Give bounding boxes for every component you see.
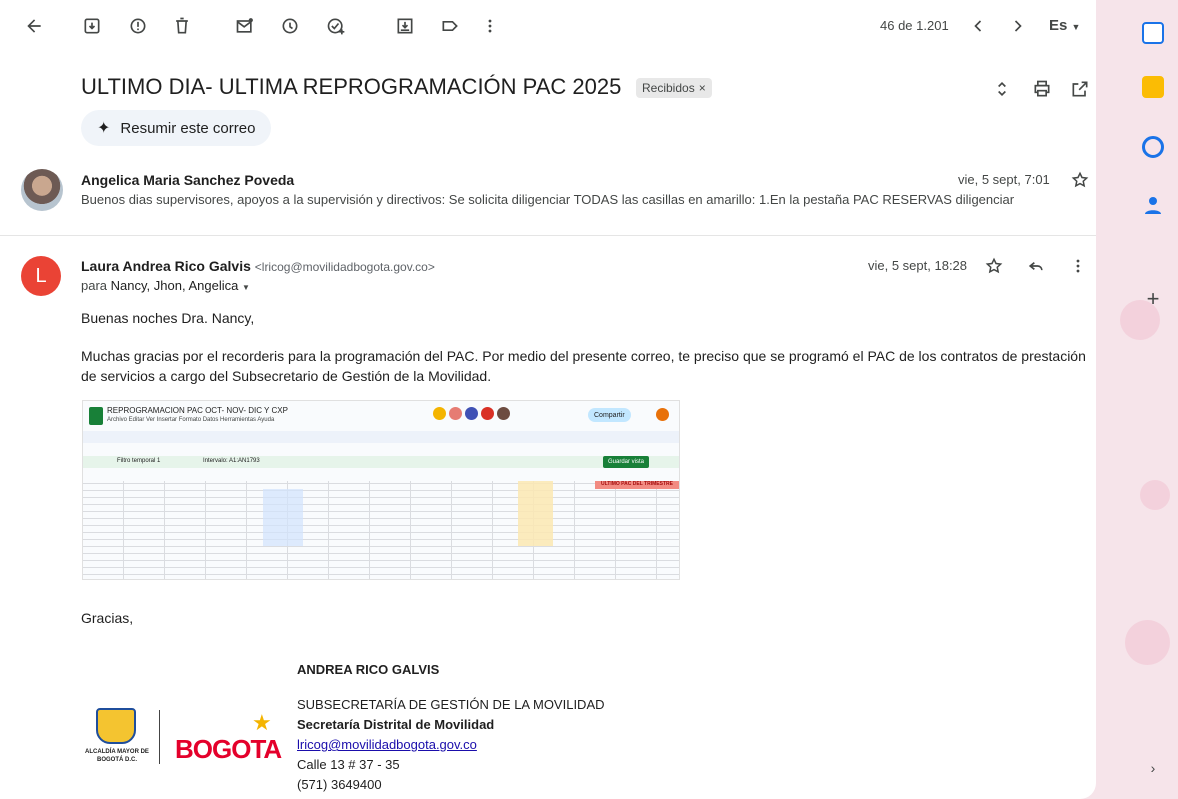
message-date: vie, 5 sept, 18:28 [868,258,968,273]
sender-name[interactable]: Laura Andrea Rico Galvis [81,258,251,274]
recipients: Nancy, Jhon, Angelica [110,278,239,293]
sheet-grid [83,481,679,579]
summarize-button[interactable]: ✦ Resumir este correo [81,110,272,146]
sheet-toolbar [83,431,679,443]
filter-label: Filtro temporal 1 [117,458,161,464]
label-icon[interactable] [438,14,462,38]
interval-label: Intervalo: A1:AN1793 [203,458,260,464]
sheet-title: REPROGRAMACION PAC OCT- NOV- DIC Y CXP [107,406,288,415]
avatar[interactable]: L [21,256,61,296]
chevron-right-icon[interactable] [1006,14,1030,38]
share-button[interactable]: Compartir [588,408,631,422]
bogota-logo-text: BOGOTA [175,734,282,764]
chevron-left-icon[interactable] [966,14,990,38]
recipients-line[interactable]: para Nancy, Jhon, Angelica ▼ [81,278,250,293]
keep-icon[interactable] [1142,76,1164,98]
avatar [656,408,669,421]
open-in-new-icon[interactable] [1068,77,1092,101]
mark-unread-icon[interactable] [233,14,257,38]
more-vert-icon[interactable] [478,14,502,38]
label-chip-text: Recibidos [642,81,695,95]
toolbar: 46 de 1.201 Es ▼ [0,0,1096,52]
filter-bar: Filtro temporal 1 Intervalo: A1:AN1793 G… [83,456,679,468]
language-selector[interactable]: Es ▼ [1049,17,1080,34]
language-label: Es [1049,17,1068,34]
tasks-icon[interactable] [1142,136,1164,158]
move-to-icon[interactable] [393,14,417,38]
sheet-blue-column [263,489,303,546]
to-prefix: para [81,278,108,293]
chevron-right-icon[interactable]: › [1142,760,1164,782]
delete-icon[interactable] [170,14,194,38]
expand-collapse-icon[interactable] [990,77,1014,101]
save-view-button[interactable]: Guardar vista [603,456,650,468]
label-chip-inbox[interactable]: Recibidos × [636,78,712,98]
signature-email-link[interactable]: lricog@movilidadbogota.gov.co [297,737,477,752]
calendar-icon[interactable] [1142,22,1164,44]
sheet-red-header: ULTIMO PAC DEL TRIMESTRE [595,481,679,489]
star-icon[interactable] [982,254,1006,278]
star-icon[interactable] [1068,168,1092,192]
main-panel: 46 de 1.201 Es ▼ ULTIMO DIA- ULTIMA REPR… [0,0,1096,799]
closing-text: Gracias, [81,610,134,626]
star-logo-icon: ★ [252,710,272,735]
signature-secretaria: Secretaría Distrital de Movilidad [297,717,495,732]
sheet-yellow-column [518,481,553,546]
spreadsheet-screenshot[interactable]: REPROGRAMACION PAC OCT- NOV- DIC Y CXP A… [82,400,680,580]
sheet-menu: Archivo Editar Ver Insertar Formato Dato… [107,417,275,423]
back-arrow-icon[interactable] [22,14,46,38]
add-task-icon[interactable] [324,14,348,38]
side-panel-rail: + › [1136,0,1178,799]
message-date: vie, 5 sept, 7:01 [958,172,1050,187]
signature-email[interactable]: lricog@movilidadbogota.gov.co [297,737,477,752]
sender-email: <lricog@movilidadbogota.gov.co> [254,260,435,274]
collaborator-avatars [433,407,523,421]
snooze-icon[interactable] [278,14,302,38]
coat-of-arms-icon [96,708,136,744]
message-snippet[interactable]: Buenos dias supervisores, apoyos a la su… [81,192,1014,207]
more-vert-icon[interactable] [1066,254,1090,278]
close-icon[interactable]: × [699,81,706,95]
body-paragraph: Muchas gracias por el recorderis para la… [81,348,1086,384]
avatar[interactable] [21,169,63,211]
sheets-logo-icon [89,407,103,425]
signature-name: ANDREA RICO GALVIS [297,662,440,677]
signature-phone: (571) 3649400 [297,777,382,792]
sender-name[interactable]: Angelica Maria Sanchez Poveda [81,172,294,188]
greeting-text: Buenas noches Dra. Nancy, [81,310,255,326]
reply-icon[interactable] [1024,254,1048,278]
caret-down-icon: ▼ [1071,22,1081,32]
contacts-icon[interactable] [1142,194,1164,216]
signature-dept: SUBSECRETARÍA DE GESTIÓN DE LA MOVILIDAD [297,697,605,712]
sender-line: Laura Andrea Rico Galvis <lricog@movilid… [81,258,435,274]
sparkle-icon: ✦ [97,120,111,137]
archive-icon[interactable] [80,14,104,38]
alcaldia-logo-text: ALCALDÍA MAYOR DE BOGOTÁ D.C. [85,749,149,763]
divider [0,235,1096,236]
caret-down-icon[interactable]: ▼ [242,283,250,292]
report-spam-icon[interactable] [126,14,150,38]
add-addon-icon[interactable]: + [1142,288,1164,310]
summarize-label: Resumir este correo [120,119,256,137]
signature-address: Calle 13 # 37 - 35 [297,757,400,772]
logo-divider [159,710,160,764]
pager-count: 46 de 1.201 [880,18,949,33]
print-icon[interactable] [1030,77,1054,101]
email-subject: ULTIMO DIA- ULTIMA REPROGRAMACIÓN PAC 20… [81,74,622,99]
